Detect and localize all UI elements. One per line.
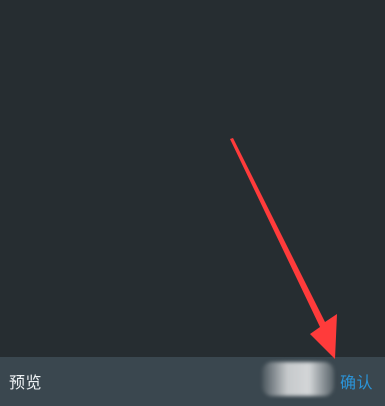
confirm-button[interactable]: 确认 <box>340 373 373 393</box>
selection-count-badge <box>262 362 334 396</box>
media-preview-area <box>0 0 385 357</box>
preview-button[interactable]: 预览 <box>9 373 42 393</box>
